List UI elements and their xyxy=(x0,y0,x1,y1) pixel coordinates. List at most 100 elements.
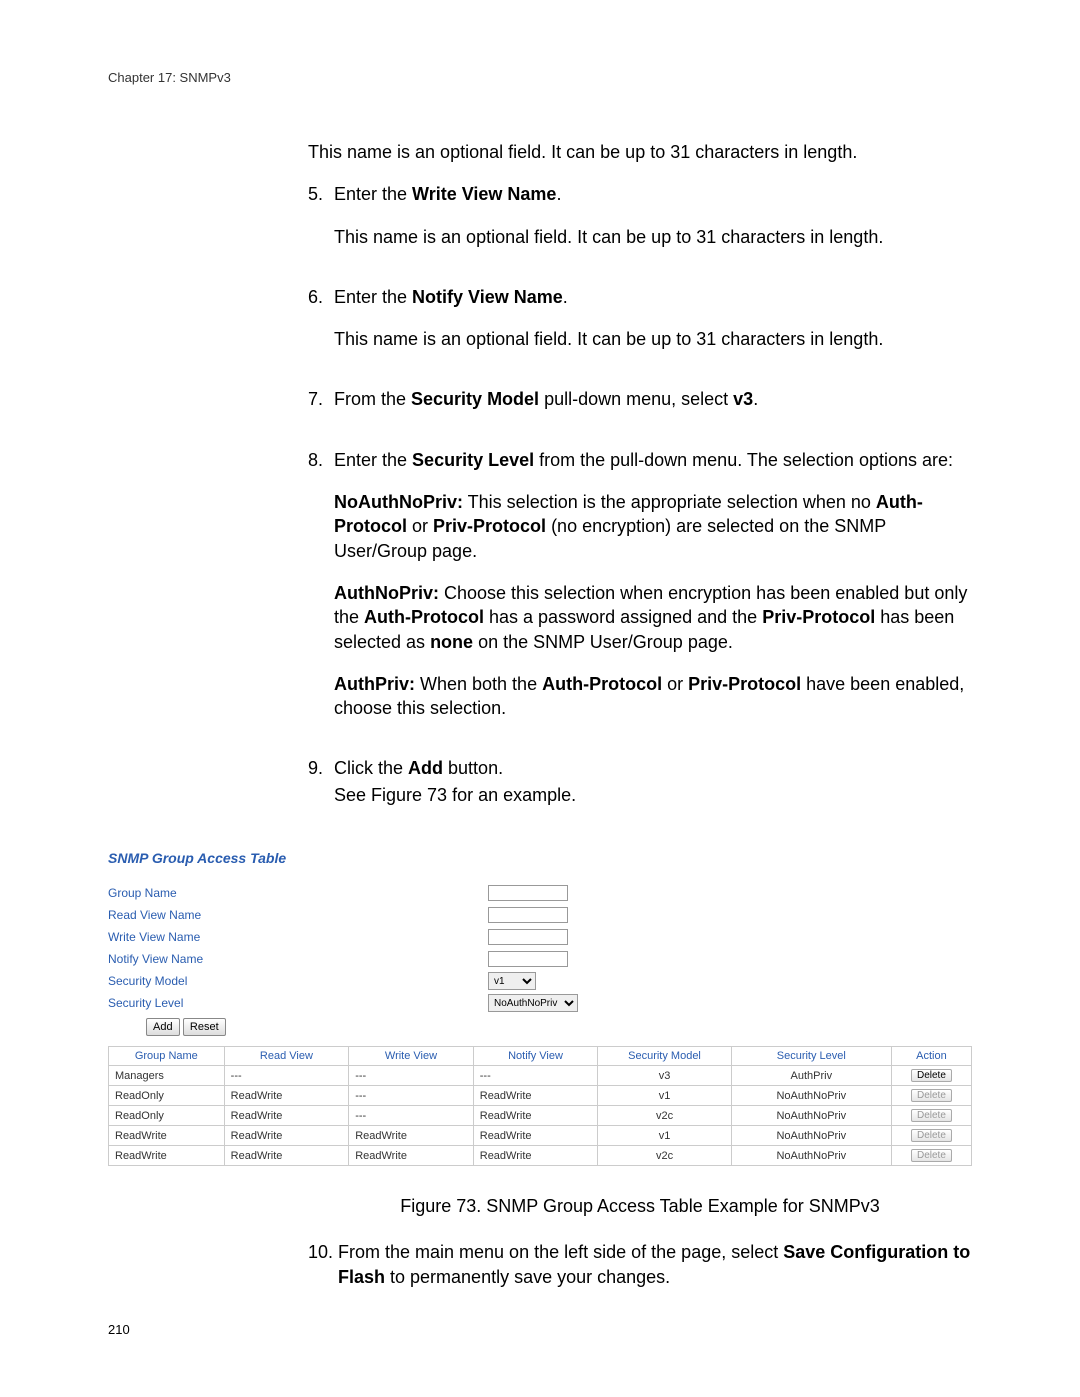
figure-73: SNMP Group Access Table Group Name Read … xyxy=(108,850,972,1166)
step-number: 8. xyxy=(308,448,334,739)
text: to permanently save your changes. xyxy=(385,1267,670,1287)
step-5: 5. Enter the Write View Name. This name … xyxy=(308,182,972,267)
table-row: ReadWriteReadWriteReadWriteReadWritev2cN… xyxy=(109,1146,972,1166)
label-group-name: Group Name xyxy=(108,886,488,900)
step-number: 7. xyxy=(308,387,334,429)
read-view-name-input[interactable] xyxy=(488,907,568,923)
cell-sl: NoAuthNoPriv xyxy=(731,1106,891,1126)
cell-wv: ReadWrite xyxy=(349,1146,474,1166)
th-security-model: Security Model xyxy=(598,1047,731,1066)
bold-text: v3 xyxy=(733,389,753,409)
bold-text: Add xyxy=(408,758,443,778)
security-model-select[interactable]: v1 xyxy=(488,972,536,990)
text: Click the xyxy=(334,758,408,778)
cell-rv: ReadWrite xyxy=(224,1086,349,1106)
table-row: Managers---------v3AuthPrivDelete xyxy=(109,1066,972,1086)
delete-button[interactable]: Delete xyxy=(911,1069,952,1082)
step-7: 7. From the Security Model pull-down men… xyxy=(308,387,972,429)
delete-button: Delete xyxy=(911,1129,952,1142)
text: From the main menu on the left side of t… xyxy=(338,1242,783,1262)
cell-nv: ReadWrite xyxy=(473,1106,598,1126)
th-notify-view: Notify View xyxy=(473,1047,598,1066)
paragraph: See Figure 73 for an example. xyxy=(334,783,972,807)
bold-text: Priv-Protocol xyxy=(433,516,546,536)
page-number: 210 xyxy=(108,1322,130,1337)
paragraph: This name is an optional field. It can b… xyxy=(334,327,972,351)
notify-view-name-input[interactable] xyxy=(488,951,568,967)
cell-sm: v3 xyxy=(598,1066,731,1086)
text: . xyxy=(753,389,758,409)
step-9: 9. Click the Add button. See Figure 73 f… xyxy=(308,756,972,825)
bold-text: Security Model xyxy=(411,389,539,409)
bold-text: Security Level xyxy=(412,450,534,470)
step-number: 6. xyxy=(308,285,334,370)
bold-text: Auth-Protocol xyxy=(542,674,662,694)
figure-caption: Figure 73. SNMP Group Access Table Examp… xyxy=(308,1194,972,1218)
text: from the pull-down menu. The selection o… xyxy=(534,450,953,470)
table-row: ReadWriteReadWriteReadWriteReadWritev1No… xyxy=(109,1126,972,1146)
bold-text: Write View Name xyxy=(412,184,556,204)
text: . xyxy=(563,287,568,307)
cell-wv: --- xyxy=(349,1106,474,1126)
bold-text: Priv-Protocol xyxy=(688,674,801,694)
label-security-model: Security Model xyxy=(108,974,488,988)
cell-nv: ReadWrite xyxy=(473,1086,598,1106)
text: Enter the xyxy=(334,287,412,307)
cell-sm: v1 xyxy=(598,1086,731,1106)
th-read-view: Read View xyxy=(224,1047,349,1066)
delete-button: Delete xyxy=(911,1089,952,1102)
cell-action: Delete xyxy=(891,1106,971,1126)
th-action: Action xyxy=(891,1047,971,1066)
paragraph: This name is an optional field. It can b… xyxy=(334,225,972,249)
reset-button[interactable]: Reset xyxy=(183,1018,226,1036)
table-row: ReadOnlyReadWrite---ReadWritev2cNoAuthNo… xyxy=(109,1106,972,1126)
bold-text: Priv-Protocol xyxy=(762,607,875,627)
step-6: 6. Enter the Notify View Name. This name… xyxy=(308,285,972,370)
cell-wv: ReadWrite xyxy=(349,1126,474,1146)
bold-text: AuthNoPriv: xyxy=(334,583,439,603)
text: button. xyxy=(443,758,503,778)
step-number: 10. xyxy=(308,1240,338,1307)
cell-gn: ReadWrite xyxy=(109,1126,225,1146)
cell-rv: ReadWrite xyxy=(224,1106,349,1126)
delete-button: Delete xyxy=(911,1109,952,1122)
text: When both the xyxy=(415,674,542,694)
step-number: 9. xyxy=(308,756,334,825)
text: pull-down menu, select xyxy=(539,389,733,409)
cell-gn: Managers xyxy=(109,1066,225,1086)
bold-text: NoAuthNoPriv: xyxy=(334,492,463,512)
label-write-view-name: Write View Name xyxy=(108,930,488,944)
step-10: 10. From the main menu on the left side … xyxy=(308,1240,972,1307)
cell-sl: NoAuthNoPriv xyxy=(731,1146,891,1166)
write-view-name-input[interactable] xyxy=(488,929,568,945)
text: has a password assigned and the xyxy=(484,607,762,627)
th-group-name: Group Name xyxy=(109,1047,225,1066)
cell-sm: v2c xyxy=(598,1146,731,1166)
cell-rv: ReadWrite xyxy=(224,1146,349,1166)
cell-sm: v1 xyxy=(598,1126,731,1146)
bold-text: none xyxy=(430,632,473,652)
cell-sl: NoAuthNoPriv xyxy=(731,1086,891,1106)
cell-rv: --- xyxy=(224,1066,349,1086)
cell-rv: ReadWrite xyxy=(224,1126,349,1146)
cell-action: Delete xyxy=(891,1146,971,1166)
bold-text: Auth-Protocol xyxy=(364,607,484,627)
text: From the xyxy=(334,389,411,409)
step-8: 8. Enter the Security Level from the pul… xyxy=(308,448,972,739)
security-level-select[interactable]: NoAuthNoPriv xyxy=(488,994,578,1012)
cell-gn: ReadWrite xyxy=(109,1146,225,1166)
cell-nv: --- xyxy=(473,1066,598,1086)
intro-paragraph: This name is an optional field. It can b… xyxy=(308,140,972,164)
cell-gn: ReadOnly xyxy=(109,1106,225,1126)
th-security-level: Security Level xyxy=(731,1047,891,1066)
add-button[interactable]: Add xyxy=(146,1018,180,1036)
group-name-input[interactable] xyxy=(488,885,568,901)
cell-action: Delete xyxy=(891,1066,971,1086)
cell-gn: ReadOnly xyxy=(109,1086,225,1106)
th-write-view: Write View xyxy=(349,1047,474,1066)
text: Enter the xyxy=(334,450,412,470)
step-number: 5. xyxy=(308,182,334,267)
cell-sl: NoAuthNoPriv xyxy=(731,1126,891,1146)
text: . xyxy=(556,184,561,204)
cell-sm: v2c xyxy=(598,1106,731,1126)
